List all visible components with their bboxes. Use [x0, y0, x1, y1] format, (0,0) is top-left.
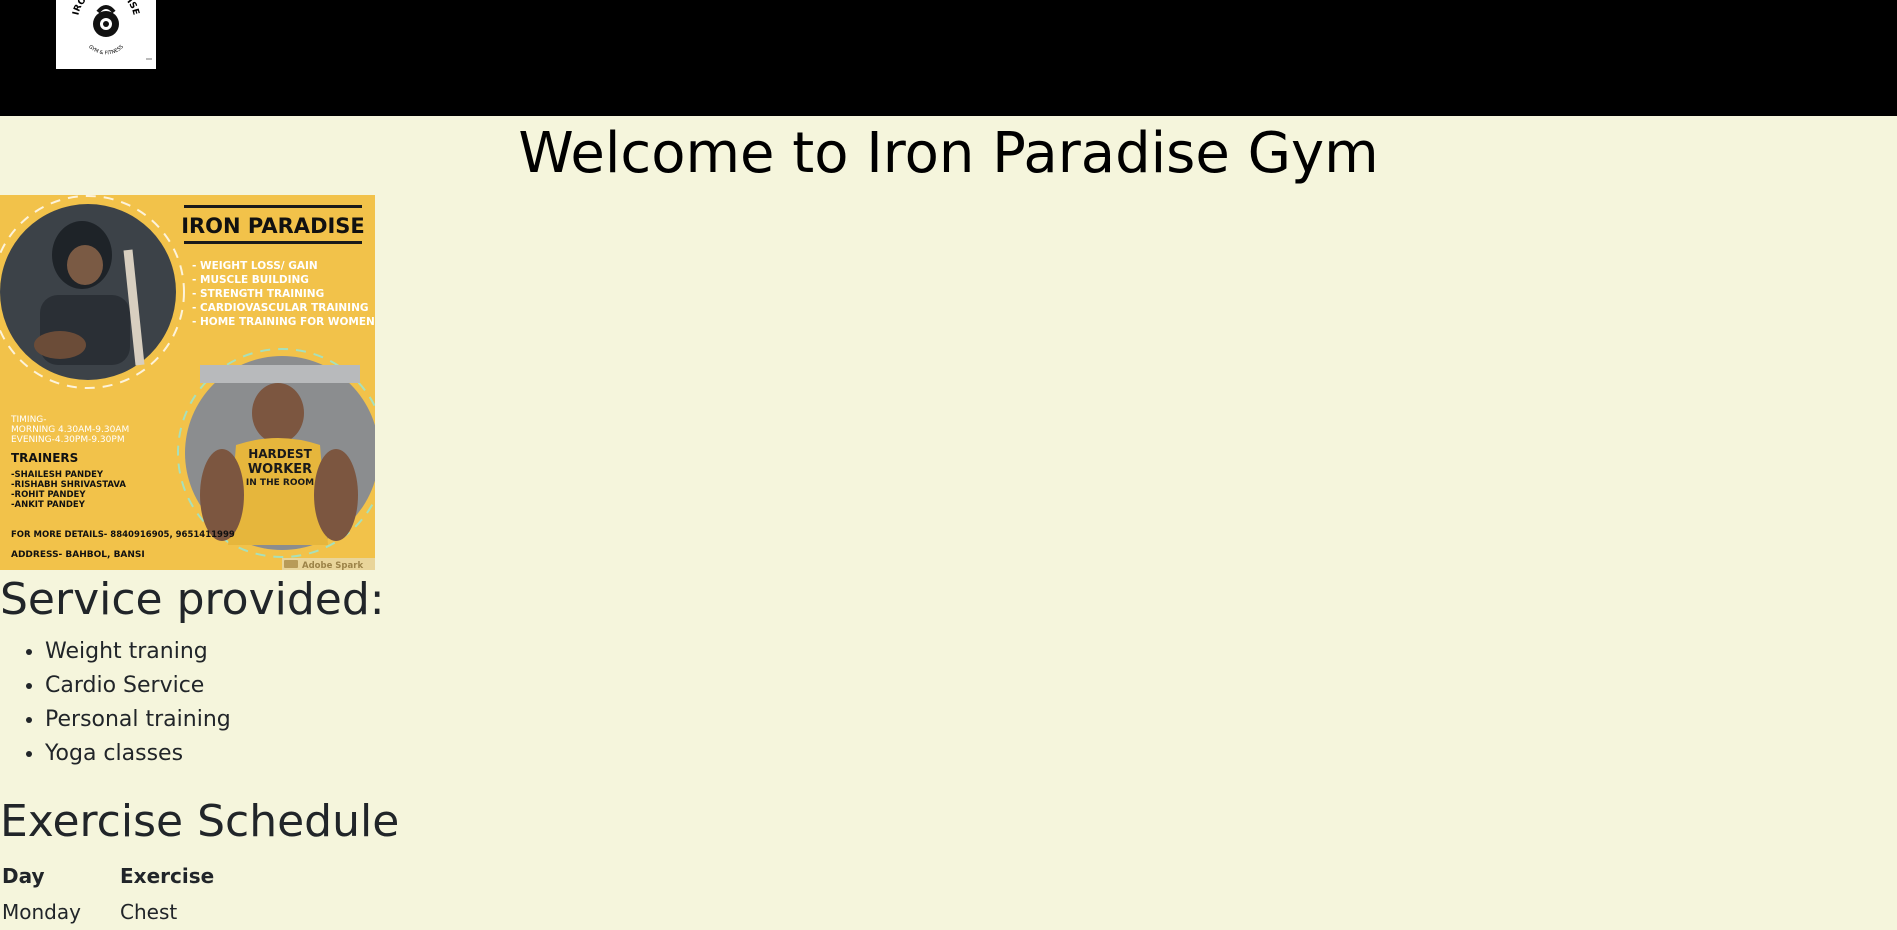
- poster-service-3: - STRENGTH TRAINING: [192, 288, 324, 300]
- poster-watermark: Adobe Spark: [302, 561, 363, 570]
- services-heading: Service provided:: [0, 574, 385, 625]
- poster-service-5: - HOME TRAINING FOR WOMEN: [192, 316, 375, 328]
- list-item: Cardio Service: [45, 669, 231, 703]
- table-cell-exercise: Chest: [120, 900, 178, 924]
- column-header-day: Day: [2, 864, 45, 888]
- poster-trainer-3: -ROHIT PANDEY: [11, 490, 86, 500]
- list-item: Yoga classes: [45, 737, 231, 771]
- table-header-row: Day Exercise: [0, 858, 216, 894]
- svg-text:GYM & FITNESS: GYM & FITNESS: [87, 44, 125, 56]
- poster-service-4: - CARDIOVASCULAR TRAINING: [192, 302, 368, 314]
- page-title: Welcome to Iron Paradise Gym: [518, 121, 1379, 186]
- top-navbar: IRON PARADISE GYM & FITNESS: [0, 0, 1897, 116]
- gym-logo[interactable]: IRON PARADISE GYM & FITNESS: [56, 0, 156, 69]
- poster-service-2: - MUSCLE BUILDING: [192, 274, 309, 286]
- table-cell-day: Monday: [2, 900, 81, 924]
- list-item: Weight traning: [45, 635, 231, 669]
- services-list: Weight traning Cardio Service Personal t…: [0, 635, 231, 771]
- schedule-table: Day Exercise Monday Chest: [0, 858, 216, 930]
- poster-timing-label: TIMING-: [10, 415, 47, 425]
- shirt-text-line-3: IN THE ROOM: [246, 478, 314, 488]
- poster-trainer-2: -RISHABH SHRIVASTAVA: [11, 480, 126, 490]
- poster-trainers-heading: TRAINERS: [11, 451, 78, 465]
- poster-title: IRON PARADISE: [181, 214, 365, 238]
- poster-trainer-4: -ANKIT PANDEY: [11, 500, 86, 510]
- poster-timing-morning: MORNING 4.30AM-9.30AM: [11, 425, 129, 435]
- logo-tagline-text: GYM & FITNESS: [87, 44, 125, 56]
- poster-contact: FOR MORE DETAILS- 8840916905, 9651411999: [11, 530, 235, 540]
- gym-poster-image: HARDEST WORKER IN THE ROOM IRON PARADISE…: [0, 195, 375, 570]
- schedule-heading: Exercise Schedule: [0, 796, 400, 847]
- poster-service-1: - WEIGHT LOSS/ GAIN: [192, 260, 318, 272]
- column-header-exercise: Exercise: [120, 864, 215, 888]
- table-row: Monday Chest: [0, 894, 216, 930]
- list-item: Personal training: [45, 703, 231, 737]
- shirt-text-line-2: WORKER: [248, 462, 312, 477]
- poster-address: ADDRESS- BAHBOL, BANSI: [11, 550, 145, 560]
- poster-timing-evening: EVENING-4.30PM-9.30PM: [11, 435, 125, 445]
- poster-trainer-1: -SHAILESH PANDEY: [11, 470, 104, 480]
- shirt-text-line-1: HARDEST: [248, 447, 312, 461]
